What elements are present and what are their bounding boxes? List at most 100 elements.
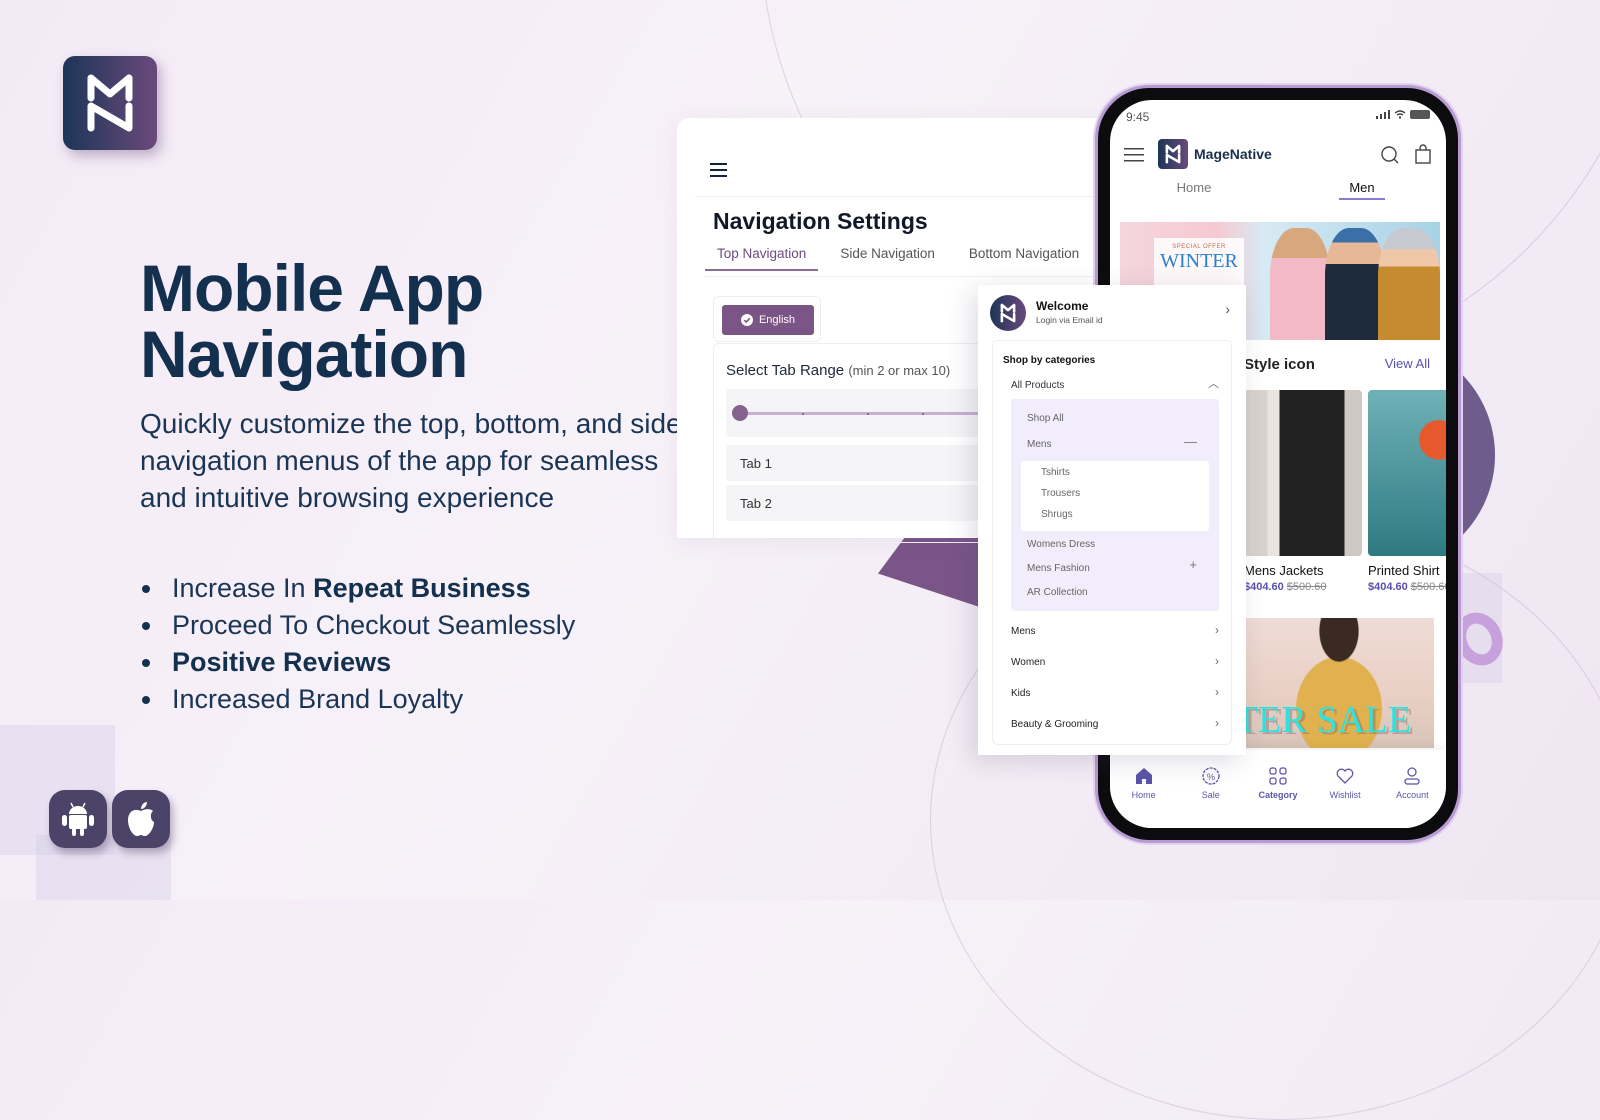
tab-side-navigation[interactable]: Side Navigation xyxy=(828,246,947,271)
hero-title: Mobile App Navigation xyxy=(140,251,484,391)
sale-text: WINTER SALE xyxy=(1244,699,1412,741)
brand-logo xyxy=(63,56,157,150)
subcategory-item[interactable]: AR Collection xyxy=(1027,587,1088,598)
page-title: Navigation Settings xyxy=(713,208,928,234)
subcategory-item[interactable]: Shrugs xyxy=(1041,509,1073,520)
welcome-text: Welcome xyxy=(1036,299,1089,313)
benefit-item: Increase In Repeat Business xyxy=(140,570,575,607)
slider-tick xyxy=(802,413,804,415)
product-price: $404.60$500.60 xyxy=(1244,581,1327,593)
home-icon xyxy=(1135,768,1152,784)
product-image xyxy=(1368,390,1446,556)
divider xyxy=(705,276,1117,277)
bullet-icon xyxy=(142,695,150,704)
sale-badge-icon: % xyxy=(1202,767,1220,785)
user-icon xyxy=(1404,767,1420,785)
product-price: $404.60$500.60 xyxy=(1368,581,1446,593)
bullet-icon xyxy=(142,584,150,593)
heart-icon xyxy=(1336,768,1354,784)
hero-title-line2: Navigation xyxy=(140,317,468,391)
cart-bag-icon[interactable] xyxy=(1414,144,1432,164)
search-icon[interactable] xyxy=(1380,145,1400,165)
tab-top-navigation[interactable]: Top Navigation xyxy=(705,246,819,271)
app-header: MageNative xyxy=(1110,135,1446,175)
slider-thumb[interactable] xyxy=(732,405,748,421)
signal-icon xyxy=(1376,110,1390,119)
apple-badge[interactable] xyxy=(112,790,170,848)
bottom-nav-sale[interactable]: % Sale xyxy=(1181,766,1241,828)
svg-text:%: % xyxy=(1207,772,1215,782)
category-item[interactable]: Beauty & Grooming xyxy=(1011,719,1098,730)
chevron-right-icon[interactable]: › xyxy=(1225,301,1230,317)
bottom-nav-category[interactable]: Category xyxy=(1248,766,1308,828)
hamburger-icon[interactable] xyxy=(710,163,727,181)
product-card[interactable]: Printed Shirt $404.60$500.60 xyxy=(1368,390,1446,605)
product-image xyxy=(1244,390,1362,556)
chevron-right-icon[interactable]: › xyxy=(1215,654,1219,668)
side-drawer: Welcome Login via Email id › Shop by cat… xyxy=(978,285,1246,755)
apple-icon xyxy=(128,802,154,836)
hero-title-line1: Mobile App xyxy=(140,251,484,325)
categories-heading: Shop by categories xyxy=(1003,355,1096,366)
range-title: Select Tab Range (min 2 or max 10) xyxy=(726,362,951,379)
section-title: Style icon xyxy=(1244,356,1315,373)
subcategory-item[interactable]: Mens xyxy=(1027,439,1051,450)
subcategory-item[interactable]: Shop All xyxy=(1027,413,1064,424)
category-grid-icon xyxy=(1269,767,1287,785)
subcategory-item[interactable]: Tshirts xyxy=(1041,467,1070,478)
status-time: 9:45 xyxy=(1126,110,1150,124)
app-tab-men[interactable]: Men xyxy=(1278,180,1446,206)
subcategory-item[interactable]: Trousers xyxy=(1041,488,1080,499)
view-all-link[interactable]: View All xyxy=(1385,356,1430,371)
category-item[interactable]: Women xyxy=(1011,657,1045,668)
login-link[interactable]: Login via Email id xyxy=(1036,315,1103,325)
chevron-up-icon[interactable]: ︿ xyxy=(1208,375,1219,391)
sale-banner[interactable]: WINTER SALE xyxy=(1244,618,1434,748)
divider xyxy=(695,196,1117,197)
bullet-icon xyxy=(142,621,150,630)
language-button[interactable]: English xyxy=(722,305,814,335)
magenative-logo-icon xyxy=(1158,139,1188,169)
android-badge[interactable] xyxy=(49,790,107,848)
wifi-icon xyxy=(1394,110,1406,119)
model-photo xyxy=(1270,228,1330,340)
mens-children: Tshirts Trousers Shrugs xyxy=(1021,461,1209,531)
app-top-tabs: Home Men xyxy=(1110,180,1446,206)
benefits-list: Increase In Repeat Business Proceed To C… xyxy=(140,570,575,718)
category-item[interactable]: Kids xyxy=(1011,688,1030,699)
benefit-item: Increased Brand Loyalty xyxy=(140,681,575,718)
chevron-right-icon[interactable]: › xyxy=(1215,685,1219,699)
chevron-right-icon[interactable]: › xyxy=(1215,623,1219,637)
avatar xyxy=(990,295,1026,331)
subcategory-item[interactable]: Mens Fashion xyxy=(1027,563,1090,574)
nav-tabs: Top Navigation Side Navigation Bottom Na… xyxy=(705,246,1101,271)
tab-bottom-navigation[interactable]: Bottom Navigation xyxy=(957,246,1091,271)
category-item[interactable]: Mens xyxy=(1011,626,1035,637)
verified-check-icon xyxy=(740,314,753,326)
chevron-right-icon[interactable]: › xyxy=(1215,716,1219,730)
battery-icon xyxy=(1410,110,1430,119)
app-brand: MageNative xyxy=(1158,139,1272,169)
bottom-nav-home[interactable]: Home xyxy=(1114,766,1174,828)
subcategory-panel: Shop All Mens — Tshirts Trousers Shrugs … xyxy=(1011,399,1219,611)
collapse-minus-icon[interactable]: — xyxy=(1184,434,1197,449)
bottom-nav: Home % Sale Category Wishlist Account xyxy=(1110,750,1446,828)
bottom-nav-account[interactable]: Account xyxy=(1382,766,1442,828)
menu-icon[interactable] xyxy=(1124,148,1144,162)
hero-subtitle: Quickly customize the top, bottom, and s… xyxy=(140,408,682,513)
expand-plus-icon[interactable]: + xyxy=(1189,557,1197,572)
bottom-nav-wishlist[interactable]: Wishlist xyxy=(1315,766,1375,828)
category-all-products[interactable]: All Products xyxy=(1011,380,1064,391)
android-icon xyxy=(62,802,94,836)
benefit-item: Proceed To Checkout Seamlessly xyxy=(140,607,575,644)
status-icons xyxy=(1376,110,1430,119)
app-tab-home[interactable]: Home xyxy=(1110,180,1278,206)
slider-tick xyxy=(922,413,924,415)
magenative-logo-icon xyxy=(87,74,133,132)
language-selector: English xyxy=(713,296,821,342)
model-photo xyxy=(1325,228,1385,340)
categories-box: Shop by categories All Products ︿ Shop A… xyxy=(992,340,1232,745)
subcategory-item[interactable]: Womens Dress xyxy=(1027,539,1095,550)
product-card[interactable]: Mens Jackets $404.60 $500.60 xyxy=(1244,390,1362,605)
model-photo xyxy=(1378,228,1440,340)
